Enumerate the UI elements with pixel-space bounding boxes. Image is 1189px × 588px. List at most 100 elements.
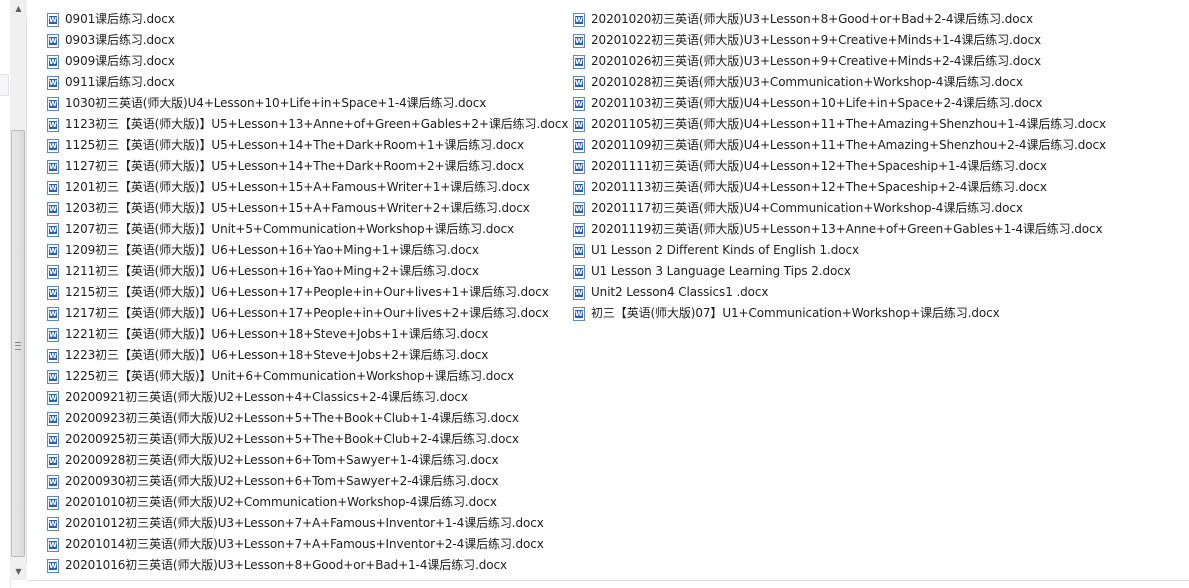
file-item[interactable]: 20200925初三英语(师大版)U2+Lesson+5+The+Book+Cl…: [47, 429, 568, 450]
file-item[interactable]: 0903课后练习.docx: [47, 30, 568, 51]
file-item[interactable]: 0909课后练习.docx: [47, 51, 568, 72]
file-item[interactable]: 1221初三【英语(师大版)】U6+Lesson+18+Steve+Jobs+1…: [47, 324, 568, 345]
scroll-down-arrow[interactable]: ▼: [10, 563, 27, 580]
file-item[interactable]: 20200928初三英语(师大版)U2+Lesson+6+Tom+Sawyer+…: [47, 450, 568, 471]
file-item[interactable]: 20201014初三英语(师大版)U3+Lesson+7+A+Famous+In…: [47, 534, 568, 555]
file-name: 20201012初三英语(师大版)U3+Lesson+7+A+Famous+In…: [65, 516, 544, 530]
file-item[interactable]: 20201016初三英语(师大版)U3+Lesson+8+Good+or+Bad…: [47, 555, 568, 576]
file-item[interactable]: 20201113初三英语(师大版)U4+Lesson+12+The+Spaces…: [573, 177, 1106, 198]
word-document-icon: [47, 75, 59, 90]
file-name: 20201026初三英语(师大版)U3+Lesson+9+Creative+Mi…: [591, 54, 1042, 68]
file-item[interactable]: 1207初三【英语(师大版)】Unit+5+Communication+Work…: [47, 219, 568, 240]
file-list-column-right: 20201020初三英语(师大版)U3+Lesson+8+Good+or+Bad…: [573, 9, 1106, 324]
word-document-icon: [47, 243, 59, 258]
file-item[interactable]: 1209初三【英语(师大版)】U6+Lesson+16+Yao+Ming+1+课…: [47, 240, 568, 261]
file-item[interactable]: 0911课后练习.docx: [47, 72, 568, 93]
file-item[interactable]: 1030初三英语(师大版)U4+Lesson+10+Life+in+Space+…: [47, 93, 568, 114]
word-document-icon: [47, 432, 59, 447]
file-name: U1 Lesson 3 Language Learning Tips 2.doc…: [591, 264, 851, 278]
file-item[interactable]: 20201026初三英语(师大版)U3+Lesson+9+Creative+Mi…: [573, 51, 1106, 72]
status-divider: [27, 580, 1189, 581]
word-document-icon: [47, 96, 59, 111]
file-name: 1221初三【英语(师大版)】U6+Lesson+18+Steve+Jobs+1…: [65, 327, 489, 341]
word-document-icon: [47, 453, 59, 468]
grip-icon: [15, 342, 21, 350]
word-document-icon: [573, 12, 585, 27]
file-name: 20200930初三英语(师大版)U2+Lesson+6+Tom+Sawyer+…: [65, 474, 499, 488]
word-document-icon: [573, 222, 585, 237]
file-name: 初三【英语(师大版)07】U1+Communication+Workshop+课…: [591, 306, 1000, 320]
file-name: 20200921初三英语(师大版)U2+Lesson+4+Classics+2-…: [65, 390, 468, 404]
file-item[interactable]: 20201010初三英语(师大版)U2+Communication+Worksh…: [47, 492, 568, 513]
file-name: 1125初三【英语(师大版)】U5+Lesson+14+The+Dark+Roo…: [65, 138, 525, 152]
word-document-icon: [47, 285, 59, 300]
navigation-pane-selected-item[interactable]: [0, 74, 9, 96]
chevron-down-icon: ▼: [15, 567, 22, 576]
file-name: 20201109初三英语(师大版)U4+Lesson+11+The+Amazin…: [591, 138, 1107, 152]
word-document-icon: [47, 264, 59, 279]
word-document-icon: [573, 285, 585, 300]
file-name: 20200928初三英语(师大版)U2+Lesson+6+Tom+Sawyer+…: [65, 453, 499, 467]
word-document-icon: [573, 306, 585, 321]
file-item[interactable]: 1223初三【英语(师大版)】U6+Lesson+18+Steve+Jobs+2…: [47, 345, 568, 366]
file-name: 1203初三【英语(师大版)】U5+Lesson+15+A+Famous+Wri…: [65, 201, 530, 215]
file-name: 20201010初三英语(师大版)U2+Communication+Worksh…: [65, 495, 497, 509]
file-item[interactable]: 1203初三【英语(师大版)】U5+Lesson+15+A+Famous+Wri…: [47, 198, 568, 219]
word-document-icon: [573, 96, 585, 111]
file-item[interactable]: 0901课后练习.docx: [47, 9, 568, 30]
file-name: 1207初三【英语(师大版)】Unit+5+Communication+Work…: [65, 222, 515, 236]
word-document-icon: [47, 138, 59, 153]
file-item[interactable]: 1225初三【英语(师大版)】Unit+6+Communication+Work…: [47, 366, 568, 387]
file-item[interactable]: 20201020初三英语(师大版)U3+Lesson+8+Good+or+Bad…: [573, 9, 1106, 30]
file-item[interactable]: 1217初三【英语(师大版)】U6+Lesson+17+People+in+Ou…: [47, 303, 568, 324]
word-document-icon: [47, 411, 59, 426]
file-item[interactable]: 初三【英语(师大版)07】U1+Communication+Workshop+课…: [573, 303, 1106, 324]
file-item[interactable]: 20200930初三英语(师大版)U2+Lesson+6+Tom+Sawyer+…: [47, 471, 568, 492]
file-item[interactable]: 20201111初三英语(师大版)U4+Lesson+12+The+Spaces…: [573, 156, 1106, 177]
file-item[interactable]: 20200921初三英语(师大版)U2+Lesson+4+Classics+2-…: [47, 387, 568, 408]
scroll-up-arrow[interactable]: ▲: [10, 0, 27, 17]
file-item[interactable]: 1127初三【英语(师大版)】U5+Lesson+14+The+Dark+Roo…: [47, 156, 568, 177]
file-item[interactable]: 1123初三【英语(师大版)】U5+Lesson+13+Anne+of+Gree…: [47, 114, 569, 135]
file-item[interactable]: 20201109初三英语(师大版)U4+Lesson+11+The+Amazin…: [573, 135, 1106, 156]
scroll-thumb[interactable]: [11, 130, 25, 557]
file-item[interactable]: 20201103初三英语(师大版)U4+Lesson+10+Life+in+Sp…: [573, 93, 1106, 114]
word-document-icon: [47, 201, 59, 216]
file-item[interactable]: 20201105初三英语(师大版)U4+Lesson+11+The+Amazin…: [573, 114, 1106, 135]
file-name: 1217初三【英语(师大版)】U6+Lesson+17+People+in+Ou…: [65, 306, 549, 320]
word-document-icon: [573, 54, 585, 69]
word-document-icon: [573, 33, 585, 48]
file-item[interactable]: U1 Lesson 2 Different Kinds of English 1…: [573, 240, 1106, 261]
word-document-icon: [47, 306, 59, 321]
file-name: 0909课后练习.docx: [65, 54, 175, 68]
word-document-icon: [47, 558, 59, 573]
file-item[interactable]: 20201022初三英语(师大版)U3+Lesson+9+Creative+Mi…: [573, 30, 1106, 51]
file-item[interactable]: 20201012初三英语(师大版)U3+Lesson+7+A+Famous+In…: [47, 513, 568, 534]
file-item[interactable]: 20201117初三英语(师大版)U4+Communication+Worksh…: [573, 198, 1106, 219]
file-name: 20201113初三英语(师大版)U4+Lesson+12+The+Spaces…: [591, 180, 1047, 194]
vertical-scrollbar[interactable]: ▲ ▼: [10, 0, 27, 580]
file-name: 1209初三【英语(师大版)】U6+Lesson+16+Yao+Ming+1+课…: [65, 243, 479, 257]
file-item[interactable]: Unit2 Lesson4 Classics1 .docx: [573, 282, 1106, 303]
file-item[interactable]: 20200923初三英语(师大版)U2+Lesson+5+The+Book+Cl…: [47, 408, 568, 429]
file-item[interactable]: 20201119初三英语(师大版)U5+Lesson+13+Anne+of+Gr…: [573, 219, 1106, 240]
file-item[interactable]: 1201初三【英语(师大版)】U5+Lesson+15+A+Famous+Wri…: [47, 177, 568, 198]
word-document-icon: [573, 264, 585, 279]
file-item[interactable]: 1211初三【英语(师大版)】U6+Lesson+16+Yao+Ming+2+课…: [47, 261, 568, 282]
file-item[interactable]: 1215初三【英语(师大版)】U6+Lesson+17+People+in+Ou…: [47, 282, 568, 303]
file-name: 1225初三【英语(师大版)】Unit+6+Communication+Work…: [65, 369, 515, 383]
word-document-icon: [573, 180, 585, 195]
file-name: 20201111初三英语(师大版)U4+Lesson+12+The+Spaces…: [591, 159, 1047, 173]
file-name: 20201016初三英语(师大版)U3+Lesson+8+Good+or+Bad…: [65, 558, 507, 572]
word-document-icon: [47, 33, 59, 48]
word-document-icon: [573, 159, 585, 174]
file-name: 20201020初三英语(师大版)U3+Lesson+8+Good+or+Bad…: [591, 12, 1033, 26]
file-item[interactable]: 20201028初三英语(师大版)U3+Communication+Worksh…: [573, 72, 1106, 93]
word-document-icon: [573, 201, 585, 216]
word-document-icon: [47, 54, 59, 69]
file-name: 1030初三英语(师大版)U4+Lesson+10+Life+in+Space+…: [65, 96, 487, 110]
file-item[interactable]: 1125初三【英语(师大版)】U5+Lesson+14+The+Dark+Roo…: [47, 135, 568, 156]
word-document-icon: [47, 495, 59, 510]
file-name: 20201028初三英语(师大版)U3+Communication+Worksh…: [591, 75, 1023, 89]
file-item[interactable]: U1 Lesson 3 Language Learning Tips 2.doc…: [573, 261, 1106, 282]
